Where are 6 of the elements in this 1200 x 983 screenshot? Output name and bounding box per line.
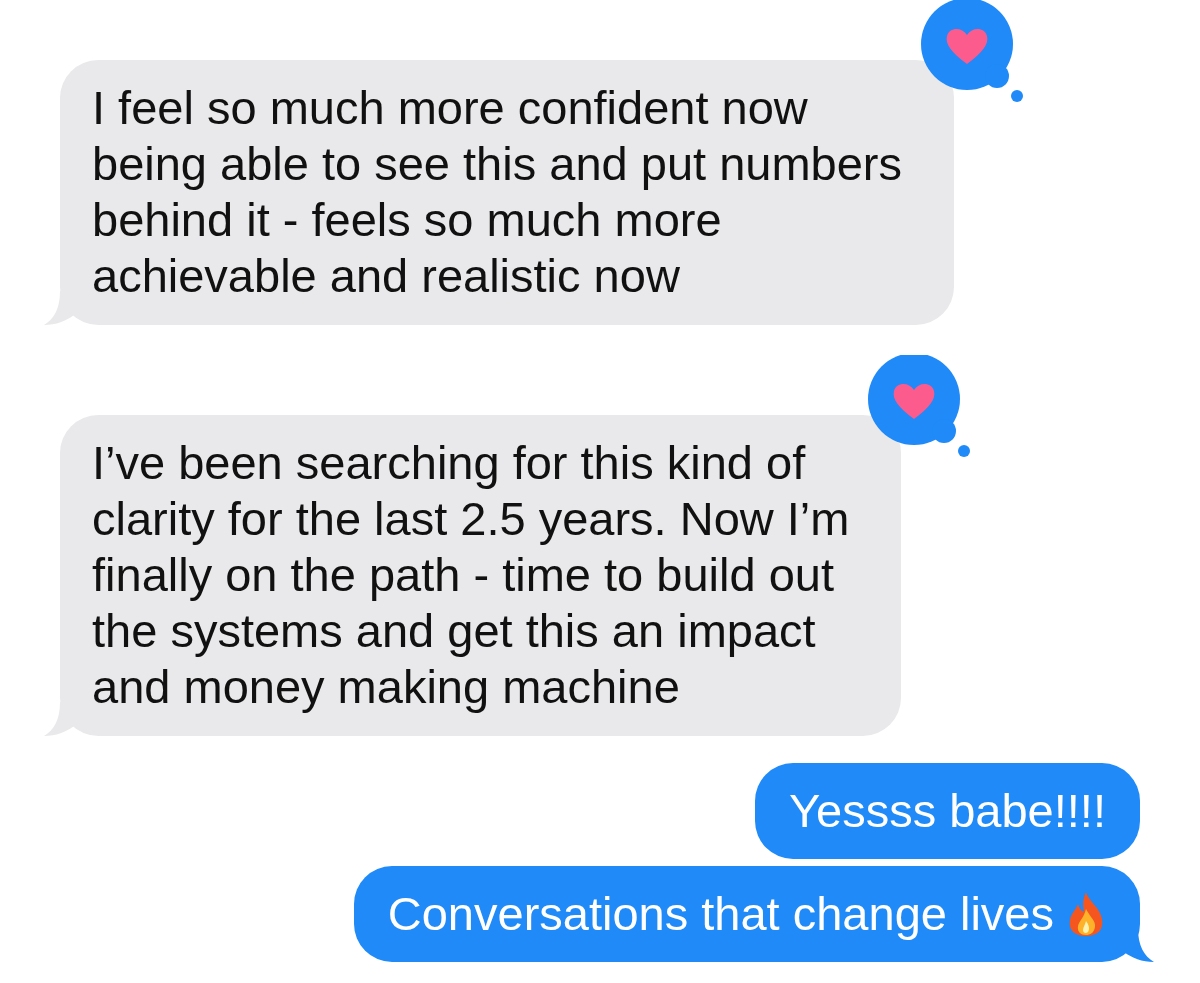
heart-reaction-icon[interactable]	[868, 355, 973, 459]
message-text: I’ve been searching for this kind of clarity for the last 2.5 years. Now I’m finally on the path - time to build out the systems and get this an impact and money making machine	[92, 435, 850, 715]
message-text: Yessss babe!!!!	[788, 783, 1106, 839]
heart-reaction-icon[interactable]	[921, 0, 1025, 104]
message-text: I feel so much more confident now being able to see this and put numbers behind it - feels so much more achievable and realistic now	[92, 80, 902, 304]
message-text: Conversations that change lives	[387, 886, 1054, 942]
